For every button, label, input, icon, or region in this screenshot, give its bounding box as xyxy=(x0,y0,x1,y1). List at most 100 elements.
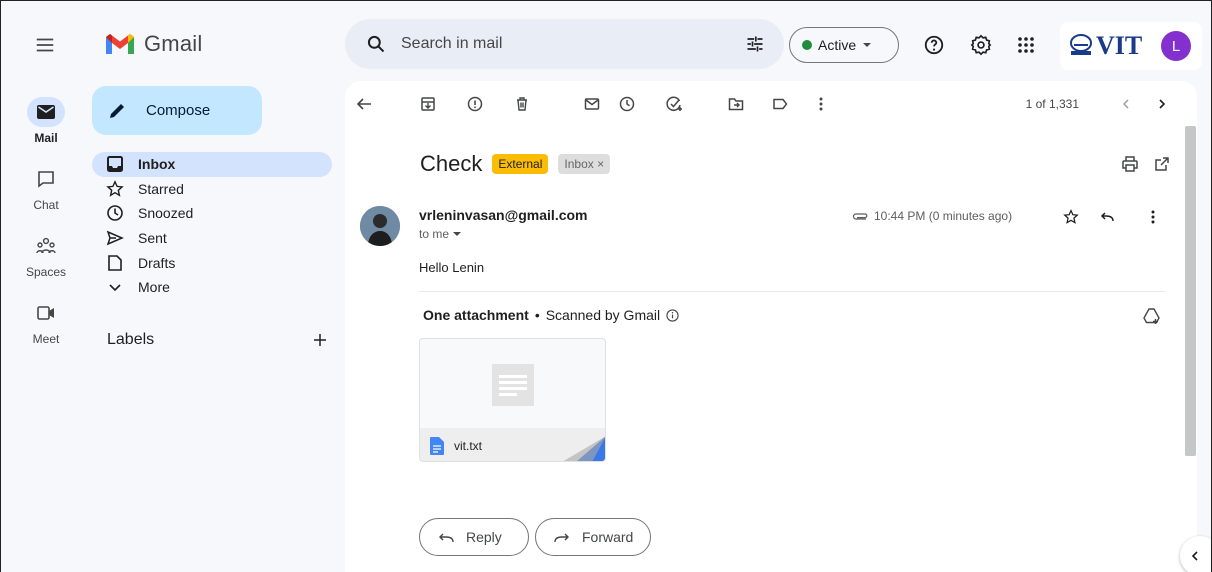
gmail-m-icon xyxy=(106,34,134,54)
add-label-icon[interactable] xyxy=(313,333,327,347)
chevron-down-icon xyxy=(109,284,121,292)
rail-item-mail[interactable]: Mail xyxy=(16,97,76,145)
side-panel-toggle[interactable] xyxy=(1180,536,1212,572)
settings-gear-icon[interactable] xyxy=(969,33,993,57)
status-dot xyxy=(802,40,812,50)
file-corner-fold-icon xyxy=(563,436,605,461)
document-file-icon xyxy=(430,436,444,455)
search-options-icon[interactable] xyxy=(744,33,766,55)
nav-label: Inbox xyxy=(138,156,176,173)
reply-button[interactable]: Reply xyxy=(419,518,529,556)
sender-email[interactable]: vrleninvasan@gmail.com xyxy=(419,207,588,223)
delete-icon[interactable] xyxy=(512,94,532,114)
reply-label: Reply xyxy=(466,529,502,545)
scrollbar-thumb[interactable] xyxy=(1185,126,1196,456)
nav-item-starred[interactable]: Starred xyxy=(92,177,332,202)
archive-icon[interactable] xyxy=(418,94,438,114)
back-arrow-icon[interactable] xyxy=(354,94,374,114)
sender-avatar[interactable] xyxy=(360,206,400,246)
report-spam-icon[interactable] xyxy=(465,94,485,114)
folder-nav: Inbox Starred Snoozed Sent Drafts More xyxy=(92,152,332,300)
reply-arrow-icon xyxy=(439,533,454,543)
info-icon[interactable] xyxy=(666,308,679,322)
rail-item-chat[interactable]: Chat xyxy=(16,164,76,212)
labels-title: Labels xyxy=(107,331,155,348)
account-avatar[interactable]: L xyxy=(1161,31,1191,61)
message-more-icon[interactable] xyxy=(1143,207,1163,227)
star-icon[interactable] xyxy=(1061,207,1081,227)
clock-icon xyxy=(107,205,123,222)
inbox-label-chip[interactable]: Inbox × xyxy=(558,154,611,174)
reply-icon[interactable] xyxy=(1097,207,1117,227)
nav-item-drafts[interactable]: Drafts xyxy=(92,250,332,275)
email-subject-row: Check External Inbox × xyxy=(420,151,611,177)
nav-label: More xyxy=(138,279,170,296)
apps-grid-icon[interactable] xyxy=(1014,33,1038,57)
newer-chevron-left-icon[interactable] xyxy=(1116,94,1136,114)
remove-label-icon[interactable]: × xyxy=(597,157,604,171)
scan-status: Scanned by Gmail xyxy=(545,307,661,323)
inbox-chip-label: Inbox xyxy=(564,157,594,171)
attachment-header: One attachment • Scanned by Gmail xyxy=(423,307,679,323)
file-preview-thumbnail xyxy=(492,364,534,406)
forward-arrow-icon xyxy=(554,533,569,543)
more-options-icon[interactable] xyxy=(811,94,831,114)
main-menu-icon[interactable] xyxy=(34,34,56,56)
app-name: Gmail xyxy=(144,31,203,56)
email-timestamp: 10:44 PM (0 minutes ago) xyxy=(852,209,1012,223)
add-to-drive-icon[interactable] xyxy=(1143,307,1161,325)
recipient-details[interactable]: to me xyxy=(419,227,462,241)
nav-item-more[interactable]: More xyxy=(92,275,332,300)
rail-item-spaces[interactable]: Spaces xyxy=(16,231,76,279)
forward-button[interactable]: Forward xyxy=(535,518,651,556)
label-icon[interactable] xyxy=(770,94,790,114)
recipient-label: to me xyxy=(419,227,450,241)
move-to-icon[interactable] xyxy=(726,94,746,114)
rail-label: Chat xyxy=(33,198,59,212)
status-label: Active xyxy=(818,37,857,53)
snooze-clock-icon[interactable] xyxy=(617,94,637,114)
inbox-icon xyxy=(107,156,123,173)
nav-label: Drafts xyxy=(138,254,176,271)
nav-item-inbox[interactable]: Inbox xyxy=(92,152,332,177)
compose-label: Compose xyxy=(146,102,211,119)
attachment-count: One attachment xyxy=(423,307,529,323)
email-view-panel: 1 of 1,331 Check External Inbox × vrleni… xyxy=(345,81,1197,572)
organization-logo-text: VIT xyxy=(1096,31,1143,60)
attachment-filename: vit.txt xyxy=(454,438,483,453)
help-icon[interactable] xyxy=(922,33,946,57)
older-chevron-right-icon[interactable] xyxy=(1152,94,1172,114)
status-dropdown[interactable]: Active xyxy=(789,27,899,63)
rail-label: Meet xyxy=(32,332,60,346)
star-icon xyxy=(106,180,124,197)
rail-item-meet[interactable]: Meet xyxy=(16,298,76,346)
spaces-icon xyxy=(36,237,56,254)
nav-label: Starred xyxy=(138,180,184,197)
print-icon[interactable] xyxy=(1120,154,1140,174)
open-new-window-icon[interactable] xyxy=(1152,154,1172,174)
nav-item-sent[interactable]: Sent xyxy=(92,226,332,251)
rail-label: Mail xyxy=(34,131,58,145)
send-icon xyxy=(106,230,124,246)
mark-unread-icon[interactable] xyxy=(582,94,602,114)
nav-item-snoozed[interactable]: Snoozed xyxy=(92,201,332,226)
email-body: Hello Lenin xyxy=(419,260,485,275)
search-icon[interactable] xyxy=(365,33,387,55)
search-bar[interactable]: Search in mail xyxy=(345,19,784,69)
labels-section-header: Labels xyxy=(107,331,327,349)
compose-button[interactable]: Compose xyxy=(92,86,262,135)
meet-icon xyxy=(37,306,54,320)
search-input[interactable]: Search in mail xyxy=(401,35,744,53)
pencil-icon xyxy=(110,103,124,118)
rail-label: Spaces xyxy=(25,265,67,279)
attachment-card[interactable]: vit.txt xyxy=(419,338,606,462)
caret-down-icon xyxy=(453,232,462,236)
attachment-clip-icon xyxy=(852,213,868,220)
external-badge: External xyxy=(492,154,549,174)
vit-emblem-icon xyxy=(1070,34,1092,55)
add-to-tasks-icon[interactable] xyxy=(665,94,685,114)
mail-icon xyxy=(37,105,55,119)
email-subject: Check xyxy=(420,151,483,176)
chat-icon xyxy=(38,171,54,188)
gmail-logo[interactable]: Gmail xyxy=(104,31,202,57)
